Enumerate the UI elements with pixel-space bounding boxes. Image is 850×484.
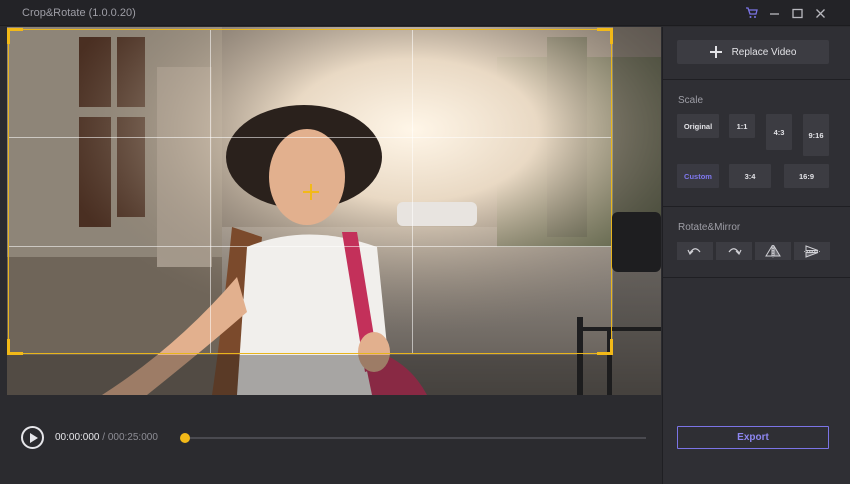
crop-grid-line: [9, 246, 611, 247]
rotate-right-button[interactable]: [716, 242, 752, 260]
flip-horizontal-icon: [765, 244, 781, 258]
rotate-section-title: Rotate&Mirror: [678, 222, 741, 233]
flip-vertical-button[interactable]: [794, 242, 830, 260]
progress-handle[interactable]: [180, 433, 190, 443]
maximize-icon[interactable]: [786, 4, 808, 22]
rotate-left-button[interactable]: [677, 242, 713, 260]
crop-grid-line: [210, 30, 211, 353]
section-divider: [663, 79, 850, 80]
crop-outside-shade: [613, 27, 661, 395]
crop-outside-shade: [7, 355, 613, 395]
video-preview[interactable]: [7, 27, 661, 395]
time-display: 00:00:000 / 000:25:000: [55, 432, 158, 443]
scale-1-1-button[interactable]: 1:1: [729, 114, 755, 138]
crop-grid-line: [9, 137, 611, 138]
player-controls: 00:00:000 / 000:25:000: [0, 396, 662, 484]
crop-handle-bottom-left[interactable]: [7, 339, 23, 355]
replace-video-button[interactable]: Replace Video: [677, 40, 829, 64]
crop-handle-top-left[interactable]: [7, 28, 23, 44]
section-divider: [663, 277, 850, 278]
crop-grid-line: [412, 30, 413, 353]
crop-handle-bottom-right[interactable]: [597, 339, 613, 355]
settings-panel: Replace Video Scale Original 1:1 4:3 9:1…: [662, 27, 850, 484]
replace-video-label: Replace Video: [731, 46, 797, 58]
window-title: Crop&Rotate (1.0.0.20): [22, 7, 136, 19]
plus-icon: [709, 46, 722, 58]
cart-icon[interactable]: [740, 4, 762, 22]
scale-9-16-button[interactable]: 9:16: [803, 114, 829, 156]
scale-custom-button[interactable]: Custom: [677, 164, 719, 188]
scale-4-3-button[interactable]: 4:3: [766, 114, 792, 150]
scale-3-4-button[interactable]: 3:4: [729, 164, 771, 188]
time-separator: /: [99, 432, 108, 443]
title-bar: Crop&Rotate (1.0.0.20): [0, 0, 850, 26]
flip-horizontal-button[interactable]: [755, 242, 791, 260]
crop-frame[interactable]: [7, 28, 613, 355]
flip-vertical-icon: [804, 244, 820, 258]
scale-16-9-button[interactable]: 16:9: [784, 164, 829, 188]
scale-original-button[interactable]: Original: [677, 114, 719, 138]
export-button[interactable]: Export: [677, 426, 829, 449]
crop-center-icon[interactable]: [303, 184, 319, 200]
play-icon: [29, 432, 38, 443]
progress-track[interactable]: [184, 437, 646, 439]
minimize-icon[interactable]: [763, 4, 785, 22]
section-divider: [663, 206, 850, 207]
rotate-left-icon: [687, 248, 701, 256]
rotate-right-icon: [728, 248, 742, 256]
total-time: 000:25:000: [107, 432, 158, 443]
current-time: 00:00:000: [55, 432, 100, 443]
close-icon[interactable]: [809, 4, 831, 22]
scale-section-title: Scale: [678, 95, 704, 106]
crop-handle-top-right[interactable]: [597, 28, 613, 44]
play-button[interactable]: [21, 426, 44, 449]
